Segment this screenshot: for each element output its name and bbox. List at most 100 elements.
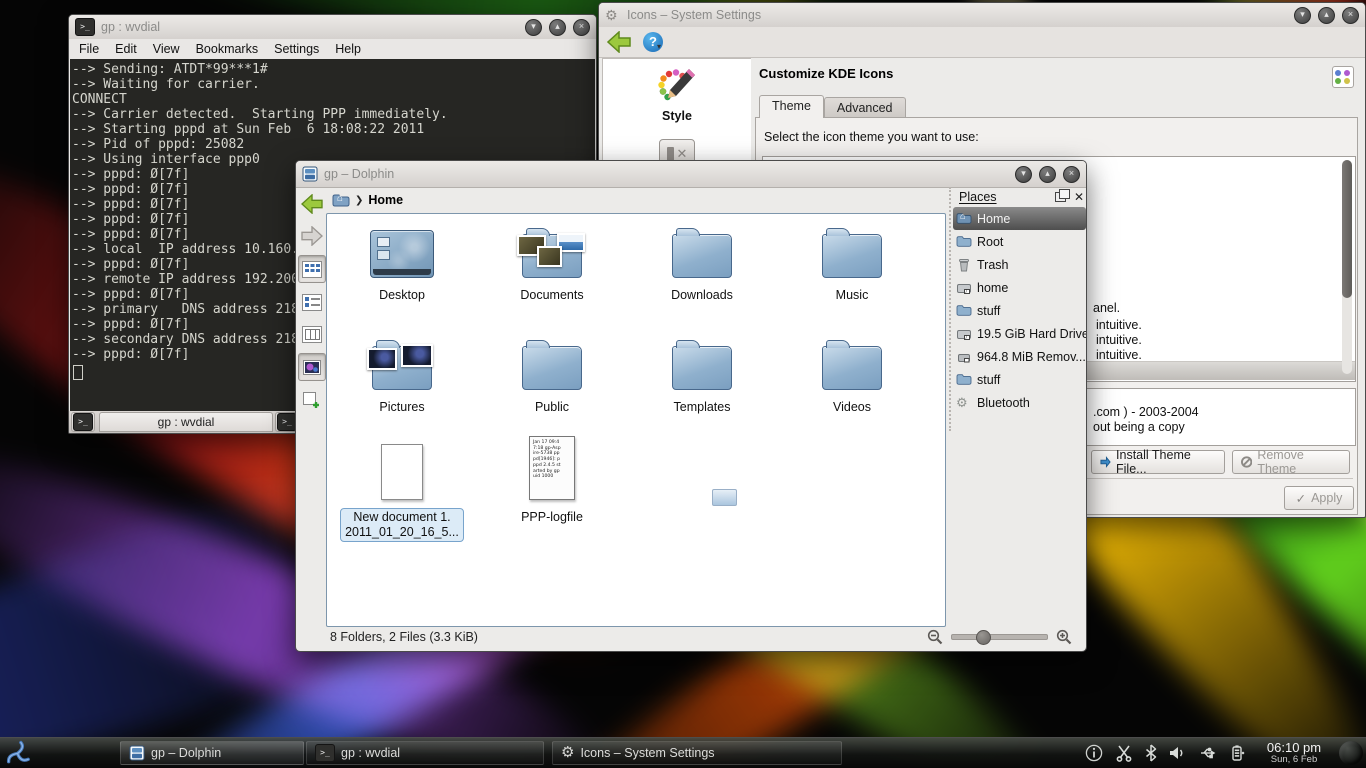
menu-help[interactable]: Help — [335, 42, 361, 56]
place-home-device[interactable]: / home — [953, 276, 1086, 299]
zoom-in-icon[interactable] — [1056, 629, 1072, 645]
new-tab-button[interactable]: >_ — [71, 412, 95, 432]
place-trash[interactable]: Trash — [953, 253, 1086, 276]
dolphin-file-view[interactable]: Desktop Documents Downloads Music — [326, 213, 946, 627]
apply-button[interactable]: ✓ Apply — [1284, 486, 1354, 510]
terminal-icon: >_ — [277, 413, 297, 431]
menu-settings[interactable]: Settings — [274, 42, 319, 56]
file-item-templates[interactable]: Templates — [632, 330, 772, 415]
hard-drive-icon: / — [956, 280, 972, 296]
folder-icon — [822, 234, 882, 278]
icon-grid-button[interactable] — [1332, 66, 1354, 88]
zoom-slider-handle[interactable] — [976, 630, 991, 645]
file-item-new-document[interactable]: New document 1. 2011_01_20_16_5... — [332, 436, 472, 542]
chevron-down-icon: ▾ — [657, 42, 661, 51]
tab-theme[interactable]: Theme — [759, 95, 824, 118]
system-settings-titlebar[interactable]: ⚙ Icons – System Settings ▾ ▴ × — [599, 3, 1365, 28]
task-dolphin[interactable]: gp – Dolphin — [120, 741, 304, 765]
digital-clock[interactable]: 06:10 pm Sun, 6 Feb — [1255, 741, 1333, 765]
place-home[interactable]: ⌂ Home — [953, 207, 1086, 230]
close-panel-icon[interactable]: ✕ — [1074, 192, 1084, 202]
battery-tray-icon[interactable] — [1229, 744, 1245, 762]
file-item-pictures[interactable]: Pictures — [332, 330, 472, 415]
file-item-videos[interactable]: Videos — [782, 330, 922, 415]
zoom-slider[interactable] — [951, 634, 1048, 640]
theme-list-text: intuitive. — [1096, 318, 1142, 332]
drag-ghost — [712, 489, 737, 506]
minimize-button[interactable]: ▾ — [525, 19, 542, 36]
maximize-button[interactable]: ▴ — [1318, 7, 1335, 24]
place-bluetooth[interactable]: ⚙ Bluetooth — [953, 391, 1086, 414]
folder-icon — [956, 372, 972, 388]
task-system-settings[interactable]: ⚙ Icons – System Settings — [552, 741, 842, 765]
konsole-titlebar[interactable]: >_ gp : wvdial ▾ ▴ × — [69, 15, 596, 40]
dolphin-window: gp – Dolphin ▾ ▴ × ⌂ ❯ Home — [295, 160, 1087, 652]
close-button[interactable]: × — [1063, 166, 1080, 183]
bluetooth-tray-icon[interactable] — [1145, 744, 1157, 762]
icons-view-icon — [302, 261, 322, 278]
select-theme-label: Select the icon theme you want to use: — [764, 130, 979, 144]
task-konsole[interactable]: >_ gp : wvdial — [306, 741, 544, 765]
tab-advanced[interactable]: Advanced — [824, 97, 906, 118]
float-panel-icon[interactable] — [1055, 192, 1066, 202]
home-folder-icon[interactable]: ⌂ — [332, 192, 350, 208]
file-item-public[interactable]: Public — [482, 330, 622, 415]
place-root[interactable]: Root — [953, 230, 1086, 253]
sidebar-item-style[interactable]: Style — [603, 59, 751, 123]
device-notifier-usb-icon[interactable] — [1199, 745, 1217, 761]
file-item-ppp-logfile[interactable]: Jan 17 09:4 7:18 gp-Asp ire-5738 pp pd[1… — [482, 436, 622, 525]
selected-file-label: New document 1. 2011_01_20_16_5... — [340, 508, 464, 542]
removable-drive-icon — [956, 349, 972, 365]
konsole-title: gp : wvdial — [101, 20, 519, 34]
klipper-scissors-icon[interactable] — [1115, 744, 1133, 762]
dolphin-titlebar[interactable]: gp – Dolphin ▾ ▴ × — [296, 161, 1086, 188]
details-view-button[interactable] — [299, 289, 325, 315]
menu-bookmarks[interactable]: Bookmarks — [196, 42, 259, 56]
close-button[interactable]: × — [573, 19, 590, 36]
trash-icon — [956, 257, 972, 273]
info-tray-icon[interactable] — [1085, 744, 1103, 762]
menu-edit[interactable]: Edit — [115, 42, 137, 56]
app-launcher-icon[interactable] — [4, 740, 31, 767]
minimize-button[interactable]: ▾ — [1294, 7, 1311, 24]
columns-view-button[interactable] — [299, 321, 325, 347]
dolphin-icon — [302, 166, 318, 182]
maximize-button[interactable]: ▴ — [549, 19, 566, 36]
preview-button[interactable] — [298, 353, 326, 381]
file-item-music[interactable]: Music — [782, 218, 922, 303]
panel-cashew-icon[interactable] — [1339, 741, 1363, 765]
place-hard-drive[interactable]: / 19.5 GiB Hard Drive — [953, 322, 1086, 345]
close-button[interactable]: × — [1342, 7, 1359, 24]
scrollbar[interactable] — [1342, 160, 1352, 374]
place-stuff-2[interactable]: stuff — [953, 368, 1086, 391]
documents-folder-icon — [522, 234, 582, 278]
volume-tray-icon[interactable] — [1169, 745, 1187, 761]
file-item-desktop[interactable]: Desktop — [332, 218, 472, 303]
place-stuff-1[interactable]: stuff — [953, 299, 1086, 322]
maximize-button[interactable]: ▴ — [1039, 166, 1056, 183]
terminal-icon: >_ — [75, 18, 95, 36]
konsole-tab-label: gp : wvdial — [158, 415, 215, 429]
breadcrumb-home[interactable]: Home — [368, 193, 403, 207]
check-icon: ✓ — [1296, 491, 1306, 506]
back-arrow-icon[interactable] — [607, 31, 631, 53]
zoom-controls — [927, 629, 1072, 645]
back-button[interactable] — [299, 191, 325, 217]
theme-description-text: out being a copy — [1093, 420, 1185, 434]
menu-file[interactable]: File — [79, 42, 99, 56]
file-item-downloads[interactable]: Downloads — [632, 218, 772, 303]
konsole-tab[interactable]: gp : wvdial — [99, 412, 273, 432]
icons-view-button[interactable] — [298, 255, 326, 283]
install-theme-button[interactable]: Install Theme File... — [1091, 450, 1225, 474]
place-removable[interactable]: 964.8 MiB Remov... — [953, 345, 1086, 368]
forward-button[interactable] — [299, 223, 325, 249]
scrollbar-handle[interactable] — [1342, 160, 1352, 298]
split-view-button[interactable] — [299, 387, 325, 413]
file-item-documents[interactable]: Documents — [482, 218, 622, 303]
dolphin-statusbar: 8 Folders, 2 Files (3.3 KiB) — [298, 625, 1084, 649]
minimize-button[interactable]: ▾ — [1015, 166, 1032, 183]
theme-list-text: anel. — [1093, 301, 1120, 315]
zoom-out-icon[interactable] — [927, 629, 943, 645]
menu-view[interactable]: View — [153, 42, 180, 56]
remove-theme-button[interactable]: Remove Theme — [1232, 450, 1350, 474]
